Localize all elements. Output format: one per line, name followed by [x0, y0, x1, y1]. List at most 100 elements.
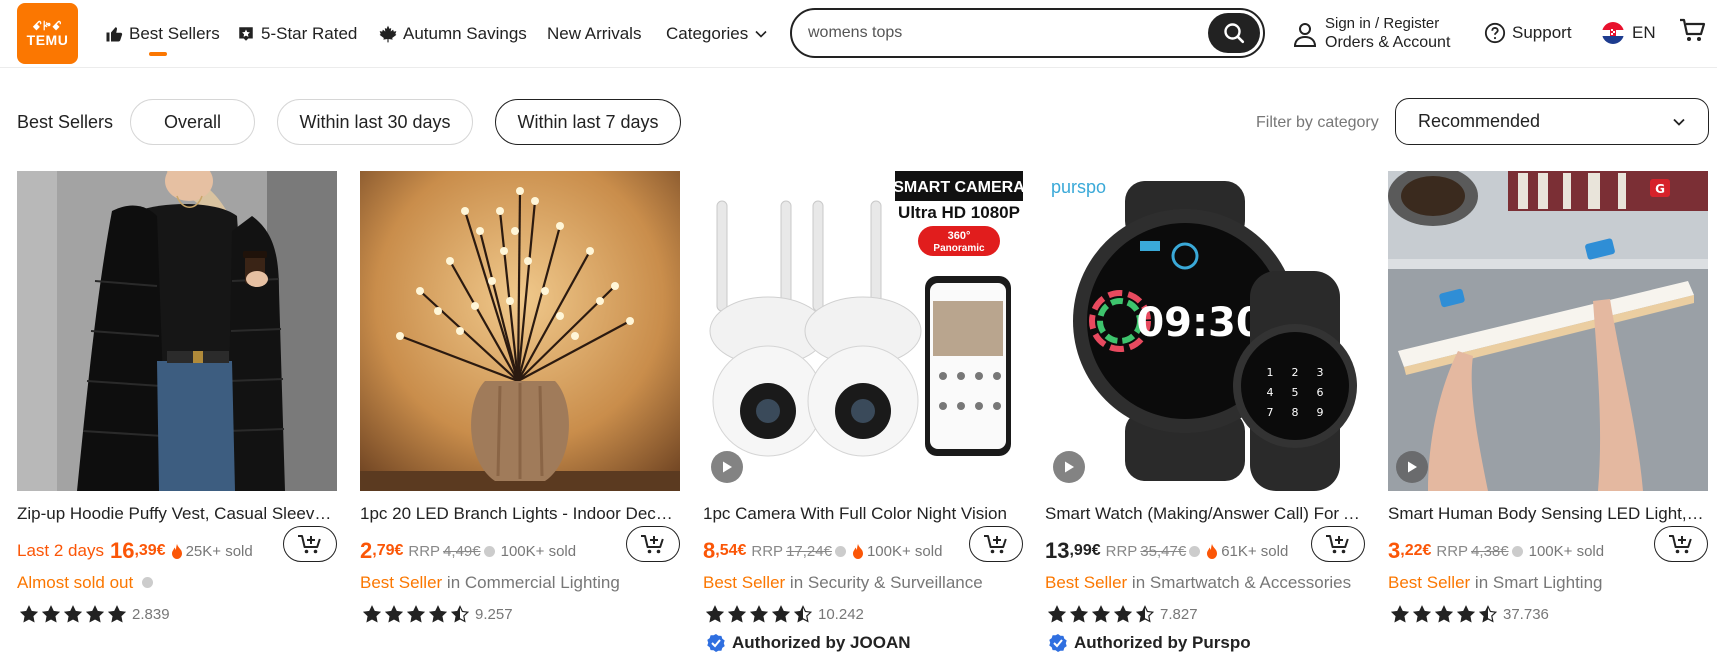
flame-icon	[1206, 543, 1218, 559]
filter-overall-button[interactable]: Overall	[130, 99, 255, 145]
limited-time-tag: Last 2 days	[17, 541, 104, 560]
add-cart-icon	[1325, 533, 1351, 555]
flame-icon	[171, 543, 183, 559]
play-video-button[interactable]	[711, 451, 743, 483]
product-title[interactable]: Zip-up Hoodie Puffy Vest, Casual Sleevel…	[17, 504, 337, 524]
product-card[interactable]: Zip-up Hoodie Puffy Vest, Casual Sleevel…	[17, 171, 337, 657]
rrp-price: 17,24€	[786, 542, 832, 560]
product-title[interactable]: Smart Watch (Making/Answer Call) For And…	[1045, 504, 1365, 524]
product-image[interactable]: SMART CAMERA Ultra HD 1080P 360° Panoram…	[703, 171, 1023, 491]
star-half-icon	[451, 605, 469, 623]
category-rank[interactable]: Best Seller in Smart Lighting	[1388, 573, 1708, 593]
category-rank[interactable]: Best Seller in Smartwatch & Accessories	[1045, 573, 1365, 593]
add-to-cart-button[interactable]	[1654, 526, 1708, 562]
sold-count: 25K+ sold	[185, 542, 253, 560]
nav-new-arrivals[interactable]: New Arrivals	[547, 22, 641, 46]
camera-badge-pill-2: Panoramic	[933, 243, 985, 254]
filter-last7-button[interactable]: Within last 7 days	[495, 99, 681, 145]
nav-best-sellers[interactable]: Best Sellers	[104, 22, 220, 46]
star-full-icon	[429, 605, 447, 623]
rating-row: 7.827	[1048, 604, 1198, 624]
star-full-icon	[64, 605, 82, 623]
authorized-seller[interactable]: Authorized by JOOAN	[706, 633, 911, 653]
support-link[interactable]: Support	[1484, 21, 1572, 45]
nav-autumn-savings[interactable]: Autumn Savings	[378, 22, 527, 46]
rating-row: 37.736	[1391, 604, 1549, 624]
product-card[interactable]: purspo 09:30 123 456 789 Smart Watch (Ma…	[1045, 171, 1365, 657]
star-half-icon	[1136, 605, 1154, 623]
product-title[interactable]: 1pc Camera With Full Color Night Vision	[703, 504, 1023, 524]
product-card[interactable]: SMART CAMERA Ultra HD 1080P 360° Panoram…	[703, 171, 1023, 657]
star-full-icon	[20, 605, 38, 623]
star-half-icon	[794, 605, 812, 623]
best-seller-label: Best Seller	[1045, 573, 1128, 592]
rrp-price: 35,47€	[1140, 542, 1187, 560]
chevron-down-icon	[1672, 113, 1686, 134]
support-label: Support	[1512, 23, 1572, 42]
best-seller-label: Best Seller	[703, 573, 786, 592]
category-rank[interactable]: Best Seller in Security & Surveillance	[703, 573, 1023, 593]
search-button[interactable]	[1208, 13, 1260, 53]
add-cart-icon	[1668, 533, 1694, 555]
star-full-icon	[706, 605, 724, 623]
nav-best-sellers-label: Best Sellers	[129, 24, 220, 43]
user-icon	[1293, 21, 1317, 47]
add-to-cart-button[interactable]	[626, 526, 680, 562]
product-title[interactable]: Smart Human Body Sensing LED Light, Wire…	[1388, 504, 1708, 524]
sold-count: 100K+ sold	[1528, 542, 1605, 560]
top-header: ꗃꔶꗃ TEMU Best Sellers 5-Star Rated Autum…	[0, 0, 1717, 68]
product-image[interactable]	[360, 171, 680, 491]
logo-glyphs: ꗃꔶꗃ	[32, 18, 63, 33]
product-image[interactable]: purspo 09:30 1 2 3 4 5 6 7 8 9	[1045, 171, 1365, 491]
product-card[interactable]: 1pc 20 LED Branch Lights - Indoor Decora…	[360, 171, 680, 657]
svg-text:2: 2	[1292, 366, 1299, 379]
add-to-cart-button[interactable]	[1311, 526, 1365, 562]
search-input[interactable]	[808, 21, 1188, 45]
add-to-cart-button[interactable]	[283, 526, 337, 562]
nav-categories-label: Categories	[666, 24, 749, 43]
category-name: in Smartwatch & Accessories	[1127, 573, 1352, 592]
price-decimal: ,79€	[372, 542, 404, 559]
nav-five-star[interactable]: 5-Star Rated	[236, 22, 357, 46]
category-select[interactable]: Recommended	[1395, 98, 1709, 145]
svg-text:3: 3	[1317, 366, 1324, 379]
product-card[interactable]: G Smart Human Body Sensing LED Light, Wi…	[1388, 171, 1708, 657]
account-menu[interactable]: Sign in / Register Orders & Account	[1293, 14, 1450, 54]
cart-button[interactable]	[1678, 18, 1706, 42]
star-full-icon	[772, 605, 790, 623]
star-half-icon	[1479, 605, 1497, 623]
star-full-icon	[1092, 605, 1110, 623]
product-image[interactable]	[17, 171, 337, 491]
add-to-cart-button[interactable]	[969, 526, 1023, 562]
sold-count: 100K+ sold	[500, 542, 577, 560]
svg-text:1: 1	[1267, 366, 1274, 379]
category-rank[interactable]: Best Seller in Commercial Lighting	[360, 573, 680, 593]
shopping-cart-icon	[1678, 16, 1706, 44]
orders-account-label: Orders & Account	[1325, 34, 1451, 51]
language-selector[interactable]: EN	[1602, 21, 1656, 45]
rating-row: 9.257	[363, 604, 513, 624]
product-title[interactable]: 1pc 20 LED Branch Lights - Indoor Decora…	[360, 504, 680, 524]
rrp-label: RRP	[1436, 542, 1469, 560]
play-video-button[interactable]	[1396, 451, 1428, 483]
rating-count: 7.827	[1160, 605, 1198, 623]
flame-icon	[852, 543, 864, 559]
star-full-icon	[385, 605, 403, 623]
temu-logo[interactable]: ꗃꔶꗃ TEMU	[17, 3, 78, 64]
play-video-button[interactable]	[1053, 451, 1085, 483]
price-decimal: ,54€	[715, 542, 747, 559]
nav-categories[interactable]: Categories	[666, 22, 767, 46]
star-full-icon	[1457, 605, 1475, 623]
price-decimal: ,22€	[1400, 542, 1432, 559]
add-cart-icon	[297, 533, 323, 555]
category-name: in Commercial Lighting	[442, 573, 620, 592]
star-full-icon	[1391, 605, 1409, 623]
authorized-label: Authorized by JOOAN	[732, 633, 911, 652]
sign-in-label: Sign in / Register	[1325, 15, 1440, 32]
filter-last30-button[interactable]: Within last 30 days	[277, 99, 473, 145]
authorized-seller[interactable]: Authorized by Purspo	[1048, 633, 1251, 653]
thumbs-up-icon	[104, 24, 124, 44]
category-filter-label: Filter by category	[1256, 114, 1379, 131]
watch-time: 09:30	[1136, 300, 1263, 346]
product-image[interactable]: G	[1388, 171, 1708, 491]
